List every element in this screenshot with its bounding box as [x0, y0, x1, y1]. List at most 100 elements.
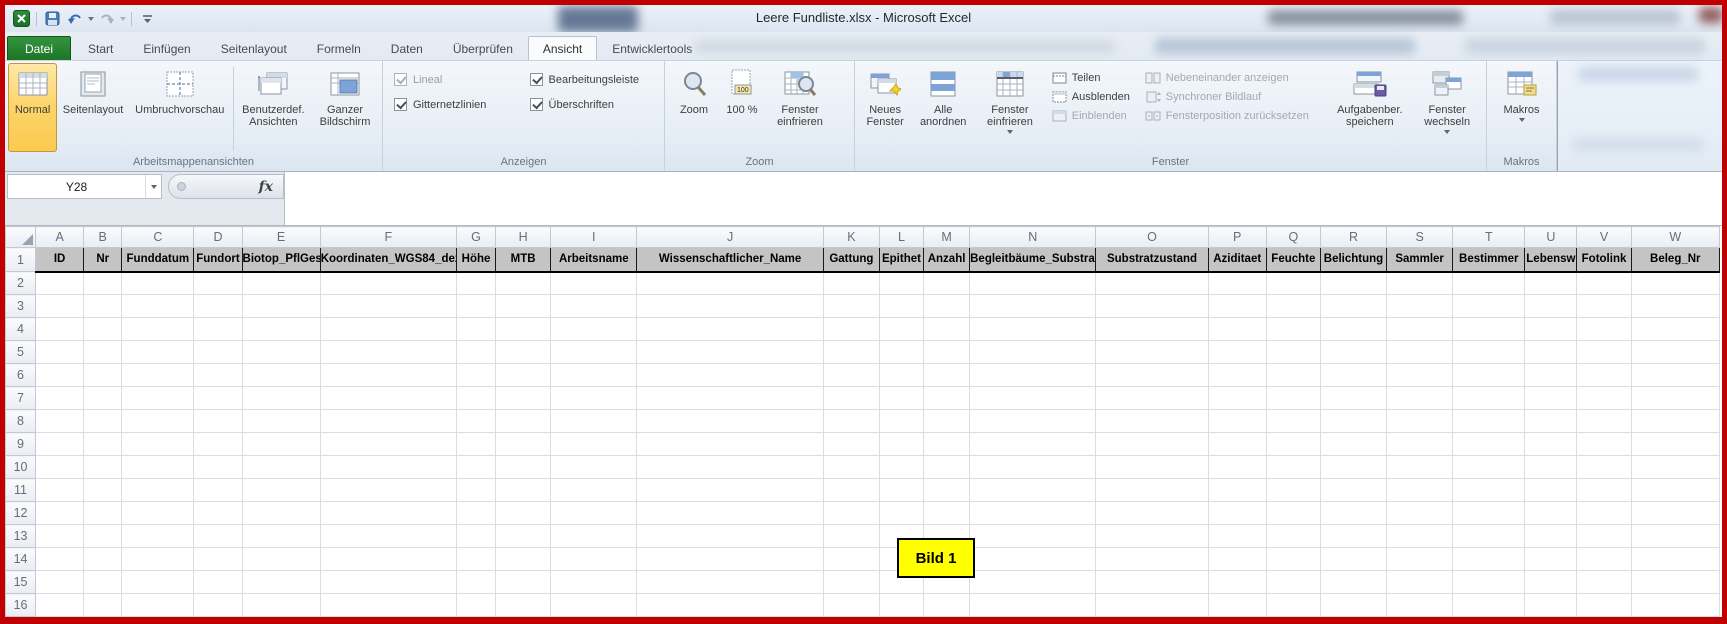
row-header-1[interactable]: 1: [6, 248, 36, 272]
cell-O2[interactable]: [1096, 272, 1208, 295]
cell-W12[interactable]: [1631, 502, 1719, 525]
cell-P3[interactable]: [1208, 295, 1266, 318]
undo-dropdown-icon[interactable]: [88, 17, 94, 21]
cell-D7[interactable]: [194, 387, 242, 410]
cell-S7[interactable]: [1387, 387, 1453, 410]
cell-J3[interactable]: [637, 295, 823, 318]
cell-E14[interactable]: [242, 548, 320, 571]
cell-S2[interactable]: [1387, 272, 1453, 295]
cell-T2[interactable]: [1453, 272, 1525, 295]
cell-I6[interactable]: [551, 364, 637, 387]
cell-I7[interactable]: [551, 387, 637, 410]
cell-V15[interactable]: [1577, 571, 1631, 594]
cell-W3[interactable]: [1631, 295, 1719, 318]
cell-T10[interactable]: [1453, 456, 1525, 479]
cell-I4[interactable]: [551, 318, 637, 341]
cell-Q4[interactable]: [1266, 318, 1320, 341]
cell-B2[interactable]: [84, 272, 122, 295]
cell-L16[interactable]: [879, 594, 923, 617]
cell-H16[interactable]: [496, 594, 551, 617]
cell-L6[interactable]: [879, 364, 923, 387]
column-header-E[interactable]: E: [242, 227, 320, 248]
column-header-H[interactable]: H: [496, 227, 551, 248]
cell-F13[interactable]: [320, 525, 456, 548]
cell-P12[interactable]: [1208, 502, 1266, 525]
column-header-V[interactable]: V: [1577, 227, 1631, 248]
cell-A2[interactable]: [36, 272, 84, 295]
column-header-N[interactable]: N: [970, 227, 1096, 248]
cell-T13[interactable]: [1453, 525, 1525, 548]
zoom-button[interactable]: Zoom: [668, 63, 720, 152]
cell-M9[interactable]: [924, 433, 970, 456]
cell-K13[interactable]: [823, 525, 879, 548]
cell-I3[interactable]: [551, 295, 637, 318]
cell-S1[interactable]: Sammler: [1387, 248, 1453, 272]
cell-T16[interactable]: [1453, 594, 1525, 617]
cell-D16[interactable]: [194, 594, 242, 617]
cell-E2[interactable]: [242, 272, 320, 295]
cell-T4[interactable]: [1453, 318, 1525, 341]
cell-N15[interactable]: [970, 571, 1096, 594]
cell-A3[interactable]: [36, 295, 84, 318]
cell-E1[interactable]: Biotop_PflGes: [242, 248, 320, 272]
cell-A10[interactable]: [36, 456, 84, 479]
aufgabenbereich-speichern-button[interactable]: Aufgabenber. speichern: [1328, 63, 1411, 152]
cell-A4[interactable]: [36, 318, 84, 341]
name-box-dropdown-icon[interactable]: [145, 175, 161, 198]
cell-C4[interactable]: [122, 318, 194, 341]
cell-B15[interactable]: [84, 571, 122, 594]
normal-view-button[interactable]: Normal: [8, 63, 57, 152]
cell-T1[interactable]: Bestimmer: [1453, 248, 1525, 272]
checkbox-bearbeitungsleiste[interactable]: Bearbeitungsleiste: [530, 73, 655, 86]
cell-N9[interactable]: [970, 433, 1096, 456]
cell-S13[interactable]: [1387, 525, 1453, 548]
cell-V1[interactable]: Fotolink: [1577, 248, 1631, 272]
cell-H5[interactable]: [496, 341, 551, 364]
cell-T8[interactable]: [1453, 410, 1525, 433]
column-header-C[interactable]: C: [122, 227, 194, 248]
cell-H2[interactable]: [496, 272, 551, 295]
cell-V2[interactable]: [1577, 272, 1631, 295]
cell-I15[interactable]: [551, 571, 637, 594]
cell-A8[interactable]: [36, 410, 84, 433]
cell-M16[interactable]: [924, 594, 970, 617]
cell-L8[interactable]: [879, 410, 923, 433]
cell-G14[interactable]: [457, 548, 496, 571]
cell-L5[interactable]: [879, 341, 923, 364]
cell-A13[interactable]: [36, 525, 84, 548]
cell-R11[interactable]: [1320, 479, 1386, 502]
cell-F3[interactable]: [320, 295, 456, 318]
cell-T5[interactable]: [1453, 341, 1525, 364]
cell-E9[interactable]: [242, 433, 320, 456]
cell-W14[interactable]: [1631, 548, 1719, 571]
cell-G4[interactable]: [457, 318, 496, 341]
row-header-2[interactable]: 2: [6, 272, 36, 295]
cell-S14[interactable]: [1387, 548, 1453, 571]
cell-H11[interactable]: [496, 479, 551, 502]
cell-V10[interactable]: [1577, 456, 1631, 479]
cell-O5[interactable]: [1096, 341, 1208, 364]
cell-K7[interactable]: [823, 387, 879, 410]
cell-O15[interactable]: [1096, 571, 1208, 594]
cell-L9[interactable]: [879, 433, 923, 456]
cell-J12[interactable]: [637, 502, 823, 525]
cell-C10[interactable]: [122, 456, 194, 479]
cell-N11[interactable]: [970, 479, 1096, 502]
row-header-13[interactable]: 13: [6, 525, 36, 548]
cell-B1[interactable]: Nr: [84, 248, 122, 272]
cell-R12[interactable]: [1320, 502, 1386, 525]
cell-D6[interactable]: [194, 364, 242, 387]
cell-U13[interactable]: [1525, 525, 1577, 548]
cell-C14[interactable]: [122, 548, 194, 571]
cell-I1[interactable]: Arbeitsname: [551, 248, 637, 272]
cell-I14[interactable]: [551, 548, 637, 571]
column-header-W[interactable]: W: [1631, 227, 1719, 248]
cell-U7[interactable]: [1525, 387, 1577, 410]
cell-D1[interactable]: Fundort: [194, 248, 242, 272]
cell-C15[interactable]: [122, 571, 194, 594]
ausblenden-button[interactable]: Ausblenden: [1052, 91, 1133, 103]
cell-W10[interactable]: [1631, 456, 1719, 479]
cell-G13[interactable]: [457, 525, 496, 548]
cell-N1[interactable]: Begleitbäume_Substrat: [970, 248, 1096, 272]
cell-E16[interactable]: [242, 594, 320, 617]
